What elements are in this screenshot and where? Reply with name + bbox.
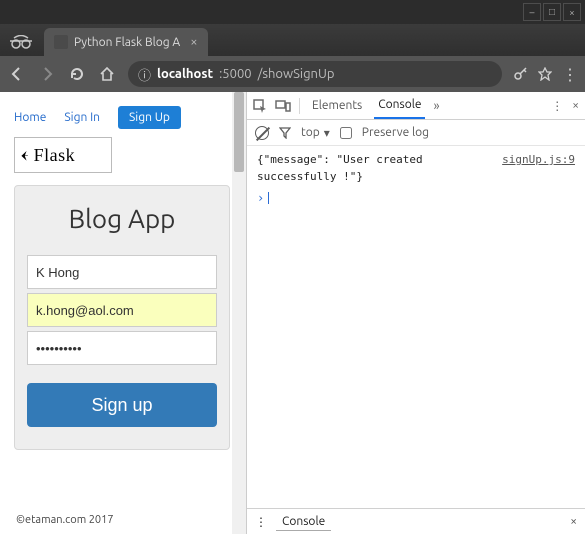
page-scrollbar[interactable] bbox=[232, 92, 246, 534]
devtools-menu-button[interactable]: ⋮ bbox=[551, 99, 562, 113]
page-viewport: Home Sign In Sign Up 𐎓 Flask Blog App Si… bbox=[0, 92, 246, 534]
devtools-drawer: ⋮ Console × bbox=[247, 508, 585, 534]
browser-menu-button[interactable]: ⋮ bbox=[562, 65, 577, 84]
reload-button[interactable] bbox=[68, 65, 86, 83]
tab-favicon bbox=[54, 35, 68, 49]
browser-tab[interactable]: Python Flask Blog A × bbox=[44, 28, 208, 56]
context-selector[interactable]: top ▾ bbox=[301, 126, 330, 140]
signup-card: Blog App Sign up bbox=[14, 185, 230, 450]
inspect-element-icon[interactable] bbox=[253, 99, 267, 113]
log-source-link[interactable]: signUp.js:9 bbox=[502, 152, 575, 185]
context-label: top bbox=[301, 126, 320, 139]
toolbar-right: ⋮ bbox=[514, 65, 577, 84]
console-toolbar: top ▾ Preserve log bbox=[247, 120, 585, 146]
toggle-device-icon[interactable] bbox=[275, 99, 291, 113]
devtools-close-button[interactable]: × bbox=[572, 99, 579, 112]
window-minimize-button[interactable]: – bbox=[523, 3, 541, 21]
tab-close-icon[interactable]: × bbox=[190, 35, 197, 49]
tab-row: Python Flask Blog A × bbox=[0, 24, 585, 56]
name-field[interactable] bbox=[27, 255, 217, 289]
signup-submit-button[interactable]: Sign up bbox=[27, 383, 217, 427]
password-key-icon[interactable] bbox=[514, 67, 528, 81]
drawer-tab-console[interactable]: Console bbox=[276, 513, 331, 531]
incognito-icon bbox=[4, 28, 38, 56]
forward-button[interactable] bbox=[38, 65, 56, 83]
more-tabs-icon[interactable]: » bbox=[433, 99, 439, 113]
flask-logo-text: Flask bbox=[34, 145, 76, 166]
drawer-menu-button[interactable]: ⋮ bbox=[255, 515, 266, 529]
email-field[interactable] bbox=[27, 293, 217, 327]
prompt-caret-icon: › bbox=[257, 191, 264, 205]
log-message[interactable]: {"message": "User created successfully !… bbox=[257, 152, 494, 185]
password-field[interactable] bbox=[27, 331, 217, 365]
url-path: /showSignUp bbox=[258, 67, 335, 81]
site-nav: Home Sign In Sign Up bbox=[14, 106, 230, 129]
tab-title: Python Flask Blog A bbox=[74, 36, 180, 49]
nav-home-link[interactable]: Home bbox=[14, 111, 46, 124]
devtools-tabs: Elements Console » ⋮ × bbox=[247, 92, 585, 120]
nav-signup-button[interactable]: Sign Up bbox=[118, 106, 181, 129]
flask-logo-icon: 𐎓 bbox=[21, 144, 29, 167]
content-area: Home Sign In Sign Up 𐎓 Flask Blog App Si… bbox=[0, 92, 585, 534]
flask-logo: 𐎓 Flask bbox=[14, 137, 112, 173]
tab-console[interactable]: Console bbox=[374, 92, 425, 119]
preserve-log-checkbox[interactable] bbox=[340, 127, 352, 139]
page-footer: ©etaman.com 2017 bbox=[16, 514, 114, 526]
back-button[interactable] bbox=[8, 65, 26, 83]
prompt-cursor bbox=[268, 192, 269, 204]
site-info-icon[interactable]: ⓘ bbox=[138, 65, 151, 84]
os-titlebar: – □ × bbox=[0, 0, 585, 24]
filter-icon[interactable] bbox=[279, 127, 291, 139]
clear-console-icon[interactable] bbox=[255, 126, 269, 140]
divider bbox=[299, 98, 300, 114]
browser-window: Python Flask Blog A × ⓘ localhost :5000/s… bbox=[0, 24, 585, 534]
preserve-log-label: Preserve log bbox=[362, 126, 429, 139]
url-port: :5000 bbox=[219, 67, 252, 81]
console-prompt[interactable]: › bbox=[247, 191, 585, 205]
window-maximize-button[interactable]: □ bbox=[543, 3, 561, 21]
url-host: localhost bbox=[157, 67, 213, 81]
window-close-button[interactable]: × bbox=[563, 3, 581, 21]
chevron-down-icon: ▾ bbox=[324, 126, 330, 140]
devtools-panel: Elements Console » ⋮ × top ▾ Preserve l bbox=[246, 92, 585, 534]
address-bar[interactable]: ⓘ localhost :5000/showSignUp bbox=[128, 61, 502, 87]
address-bar-row: ⓘ localhost :5000/showSignUp ⋮ bbox=[0, 56, 585, 92]
drawer-close-button[interactable]: × bbox=[570, 515, 577, 528]
card-title: Blog App bbox=[27, 204, 217, 233]
tab-elements[interactable]: Elements bbox=[308, 92, 366, 119]
bookmark-star-icon[interactable] bbox=[538, 67, 552, 81]
nav-signin-link[interactable]: Sign In bbox=[64, 111, 100, 124]
console-log-entry: {"message": "User created successfully !… bbox=[247, 146, 585, 191]
scrollbar-thumb[interactable] bbox=[234, 92, 244, 172]
page-body: Home Sign In Sign Up 𐎓 Flask Blog App Si… bbox=[0, 92, 246, 534]
home-button[interactable] bbox=[98, 65, 116, 83]
